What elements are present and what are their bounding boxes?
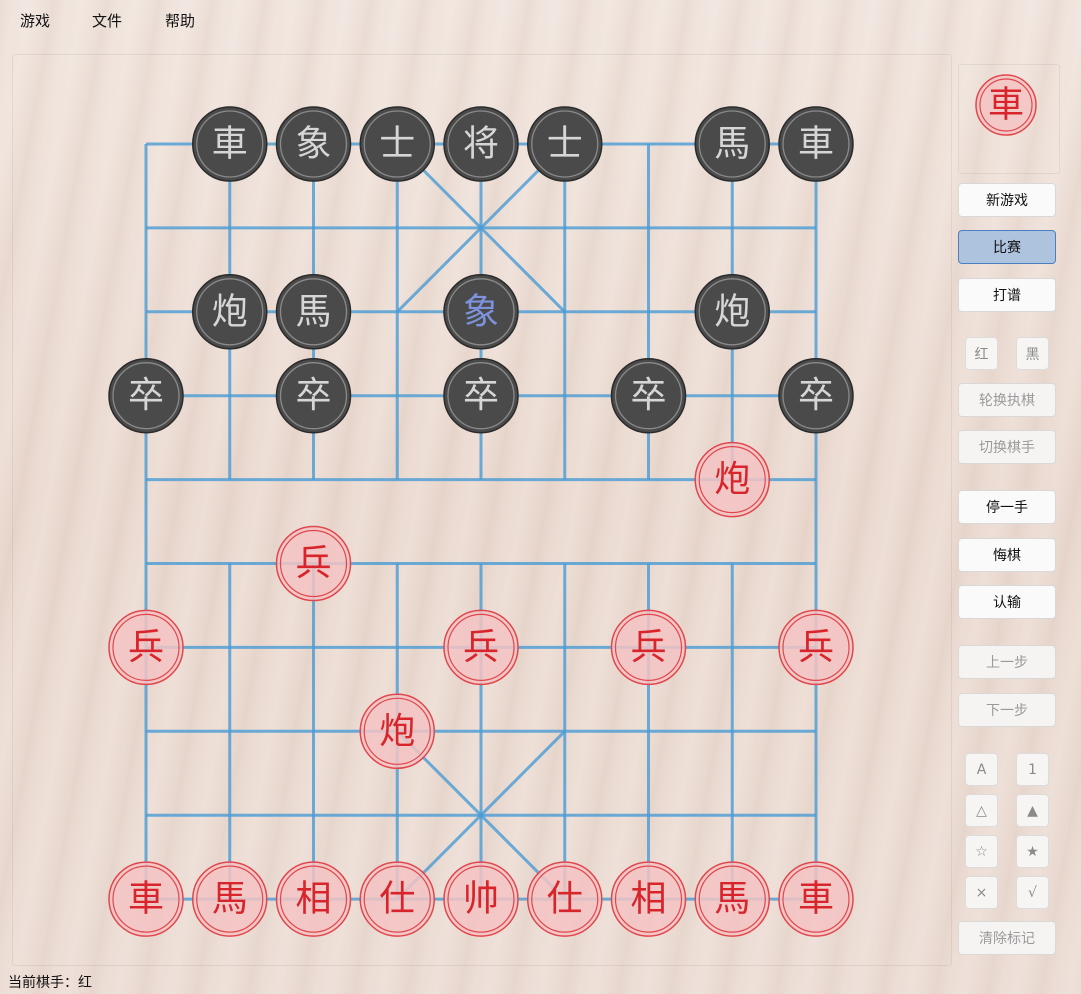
- black-piece[interactable]: 卒: [443, 357, 519, 434]
- current-player-value: 红: [78, 975, 92, 991]
- black-side-button[interactable]: 黑: [1016, 337, 1049, 370]
- black-piece[interactable]: 馬: [275, 274, 352, 350]
- piece-char: 相: [295, 879, 331, 920]
- piece-char: 士: [379, 124, 415, 165]
- red-piece[interactable]: 仕: [527, 861, 603, 937]
- red-piece[interactable]: 兵: [778, 609, 854, 686]
- mark-number-button[interactable]: 1: [1016, 753, 1049, 786]
- piece-char: 卒: [798, 375, 834, 416]
- piece-char: 卒: [295, 375, 331, 416]
- black-piece[interactable]: 卒: [610, 357, 687, 434]
- piece-char: 炮: [714, 291, 750, 332]
- piece-char: 兵: [295, 543, 331, 584]
- red-piece[interactable]: 馬: [192, 861, 268, 937]
- black-piece[interactable]: 炮: [192, 274, 268, 350]
- black-piece[interactable]: 炮: [694, 274, 770, 350]
- mark-triangle-filled-button[interactable]: ▲: [1016, 794, 1049, 827]
- black-piece[interactable]: 車: [192, 106, 268, 182]
- black-piece[interactable]: 卒: [275, 357, 352, 434]
- red-piece[interactable]: 炮: [694, 441, 770, 518]
- piece-char: 将: [463, 124, 499, 165]
- red-piece[interactable]: 車: [108, 861, 184, 937]
- piece-char: 炮: [714, 459, 750, 500]
- red-piece[interactable]: 兵: [443, 609, 519, 686]
- piece-char: 車: [798, 124, 834, 165]
- piece-char: 士: [547, 124, 583, 165]
- mark-star-filled-button[interactable]: ★: [1016, 835, 1049, 868]
- current-player-label: 当前棋手：: [8, 975, 78, 991]
- piece-char: 卒: [630, 375, 666, 416]
- piece-char: 帅: [463, 879, 499, 920]
- red-piece[interactable]: 兵: [275, 525, 352, 602]
- red-piece[interactable]: 兵: [108, 609, 184, 686]
- swap-side-button[interactable]: 轮换执棋: [958, 383, 1056, 417]
- red-piece[interactable]: 相: [275, 861, 352, 937]
- black-piece[interactable]: 象: [443, 274, 519, 350]
- match-button[interactable]: 比赛: [958, 230, 1056, 264]
- mark-triangle-outline-button[interactable]: △: [965, 794, 998, 827]
- record-button[interactable]: 打谱: [958, 278, 1056, 312]
- new-game-button[interactable]: 新游戏: [958, 183, 1056, 217]
- black-piece[interactable]: 卒: [108, 357, 184, 434]
- black-piece[interactable]: 馬: [694, 106, 770, 182]
- piece-char: 兵: [463, 627, 499, 668]
- black-piece[interactable]: 士: [359, 106, 435, 182]
- mark-check-button[interactable]: √: [1016, 876, 1049, 909]
- piece-char: 兵: [798, 627, 834, 668]
- piece-char: 炮: [212, 291, 248, 332]
- undo-button[interactable]: 悔棋: [958, 538, 1056, 572]
- next-step-button[interactable]: 下一步: [958, 693, 1056, 727]
- black-piece[interactable]: 将: [443, 106, 519, 182]
- piece-char: 象: [295, 124, 331, 165]
- piece-char: 卒: [128, 375, 164, 416]
- black-piece[interactable]: 車: [778, 106, 854, 182]
- turn-indicator-panel: 車: [958, 64, 1060, 174]
- mark-cross-button[interactable]: ×: [965, 876, 998, 909]
- clear-marks-button[interactable]: 清除标记: [958, 921, 1056, 955]
- turn-indicator: 車: [975, 74, 1037, 136]
- piece-char: 馬: [714, 124, 750, 165]
- piece-char: 卒: [463, 375, 499, 416]
- resign-button[interactable]: 认输: [958, 585, 1056, 619]
- xiangqi-board[interactable]: 車象士将士馬車炮馬象炮卒卒卒卒卒炮兵兵兵兵兵炮車馬相仕帅仕相馬車: [0, 0, 960, 970]
- board-grid: [144, 142, 818, 901]
- mark-star-outline-button[interactable]: ☆: [965, 835, 998, 868]
- piece-char: 馬: [714, 879, 750, 920]
- mark-letter-button[interactable]: A: [965, 753, 998, 786]
- red-piece[interactable]: 兵: [610, 609, 687, 686]
- black-piece[interactable]: 卒: [778, 357, 854, 434]
- red-side-button[interactable]: 红: [965, 337, 998, 370]
- red-piece[interactable]: 仕: [359, 861, 435, 937]
- piece-char: 炮: [379, 711, 415, 752]
- piece-char: 仕: [547, 879, 583, 920]
- red-piece[interactable]: 炮: [359, 693, 435, 770]
- red-piece[interactable]: 馬: [694, 861, 770, 937]
- pass-button[interactable]: 停一手: [958, 490, 1056, 524]
- piece-char: 車: [128, 879, 164, 920]
- red-piece[interactable]: 相: [610, 861, 687, 937]
- piece-char: 車: [798, 879, 834, 920]
- piece-char: 車: [212, 124, 248, 165]
- piece-char: 兵: [128, 627, 164, 668]
- piece-char: 馬: [295, 291, 331, 332]
- red-piece[interactable]: 帅: [443, 861, 519, 937]
- piece-char: 仕: [379, 879, 415, 920]
- black-piece[interactable]: 士: [527, 106, 603, 182]
- prev-step-button[interactable]: 上一步: [958, 645, 1056, 679]
- switch-player-button[interactable]: 切换棋手: [958, 430, 1056, 464]
- piece-char: 馬: [212, 879, 248, 920]
- turn-indicator-char: 車: [988, 85, 1024, 126]
- red-piece[interactable]: 車: [778, 861, 854, 937]
- piece-char: 象: [463, 291, 499, 332]
- status-bar: 当前棋手：红: [8, 972, 92, 992]
- piece-char: 相: [630, 879, 666, 920]
- piece-char: 兵: [630, 627, 666, 668]
- black-piece[interactable]: 象: [275, 106, 352, 182]
